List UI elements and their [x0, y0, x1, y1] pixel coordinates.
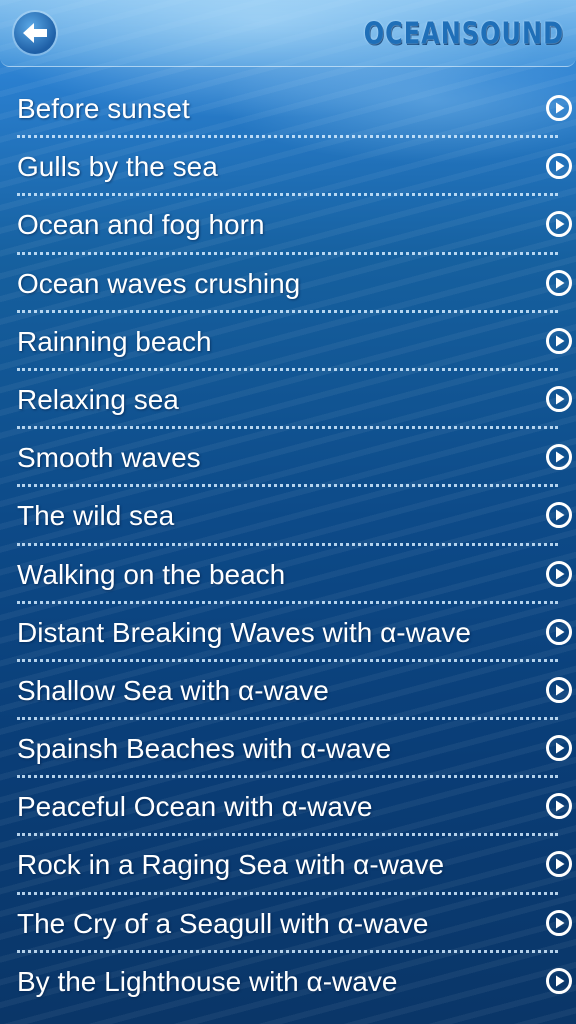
- play-icon[interactable]: [545, 327, 573, 355]
- item-label: Rainning beach: [17, 325, 212, 357]
- list-item[interactable]: The Cry of a Seagull with α-wave: [0, 895, 576, 953]
- play-icon[interactable]: [545, 385, 573, 413]
- back-button[interactable]: [14, 12, 56, 54]
- sound-list: Before sunset Gulls by the sea Ocean and…: [0, 80, 576, 1011]
- list-item[interactable]: Walking on the beach: [0, 546, 576, 604]
- item-label: Peaceful Ocean with α-wave: [17, 791, 373, 823]
- item-label: Smooth waves: [17, 442, 201, 474]
- play-icon[interactable]: [545, 560, 573, 588]
- item-label: The Cry of a Seagull with α-wave: [17, 907, 429, 939]
- play-icon[interactable]: [545, 269, 573, 297]
- list-item[interactable]: Before sunset: [0, 80, 576, 139]
- item-label: Walking on the beach: [17, 558, 286, 590]
- app-header: OCEANSOUND: [0, 0, 576, 67]
- list-item[interactable]: Gulls by the sea: [0, 138, 576, 197]
- play-icon[interactable]: [545, 152, 573, 180]
- play-icon[interactable]: [545, 94, 573, 122]
- play-icon[interactable]: [545, 967, 573, 995]
- list-item[interactable]: Shallow Sea with α-wave: [0, 662, 576, 721]
- item-label: Shallow Sea with α-wave: [17, 674, 329, 706]
- list-item[interactable]: Ocean waves crushing: [0, 255, 576, 313]
- item-label: Before sunset: [17, 93, 190, 124]
- app-logo: OCEANSOUND: [363, 16, 564, 51]
- play-icon[interactable]: [545, 676, 573, 704]
- list-item[interactable]: Spainsh Beaches with α-wave: [0, 720, 576, 779]
- item-label: Distant Breaking Waves with α-wave: [17, 616, 471, 648]
- item-label: Spainsh Beaches with α-wave: [17, 733, 392, 765]
- item-label: Ocean waves crushing: [17, 267, 301, 299]
- list-item[interactable]: Smooth waves: [0, 429, 576, 488]
- back-arrow-icon: [23, 23, 47, 43]
- item-label: Ocean and fog horn: [17, 209, 265, 241]
- list-item[interactable]: Peaceful Ocean with α-wave: [0, 778, 576, 837]
- item-label: Gulls by the sea: [17, 151, 218, 183]
- list-item[interactable]: Rainning beach: [0, 313, 576, 371]
- list-item[interactable]: Distant Breaking Waves with α-wave: [0, 604, 576, 662]
- play-icon[interactable]: [545, 792, 573, 820]
- play-icon[interactable]: [545, 909, 573, 937]
- play-icon[interactable]: [545, 850, 573, 878]
- item-label: By the Lighthouse with α-wave: [17, 965, 398, 997]
- play-icon[interactable]: [545, 501, 573, 529]
- list-item[interactable]: By the Lighthouse with α-wave: [0, 953, 576, 1011]
- list-item[interactable]: Ocean and fog horn: [0, 196, 576, 255]
- list-item[interactable]: Relaxing sea: [0, 371, 576, 430]
- play-icon[interactable]: [545, 443, 573, 471]
- play-icon[interactable]: [545, 734, 573, 762]
- list-item[interactable]: The wild sea: [0, 487, 576, 546]
- item-label: The wild sea: [17, 500, 175, 532]
- list-item[interactable]: Rock in a Raging Sea with α-wave: [0, 836, 576, 895]
- play-icon[interactable]: [545, 618, 573, 646]
- play-icon[interactable]: [545, 210, 573, 238]
- item-label: Rock in a Raging Sea with α-wave: [17, 849, 445, 881]
- item-label: Relaxing sea: [17, 383, 179, 415]
